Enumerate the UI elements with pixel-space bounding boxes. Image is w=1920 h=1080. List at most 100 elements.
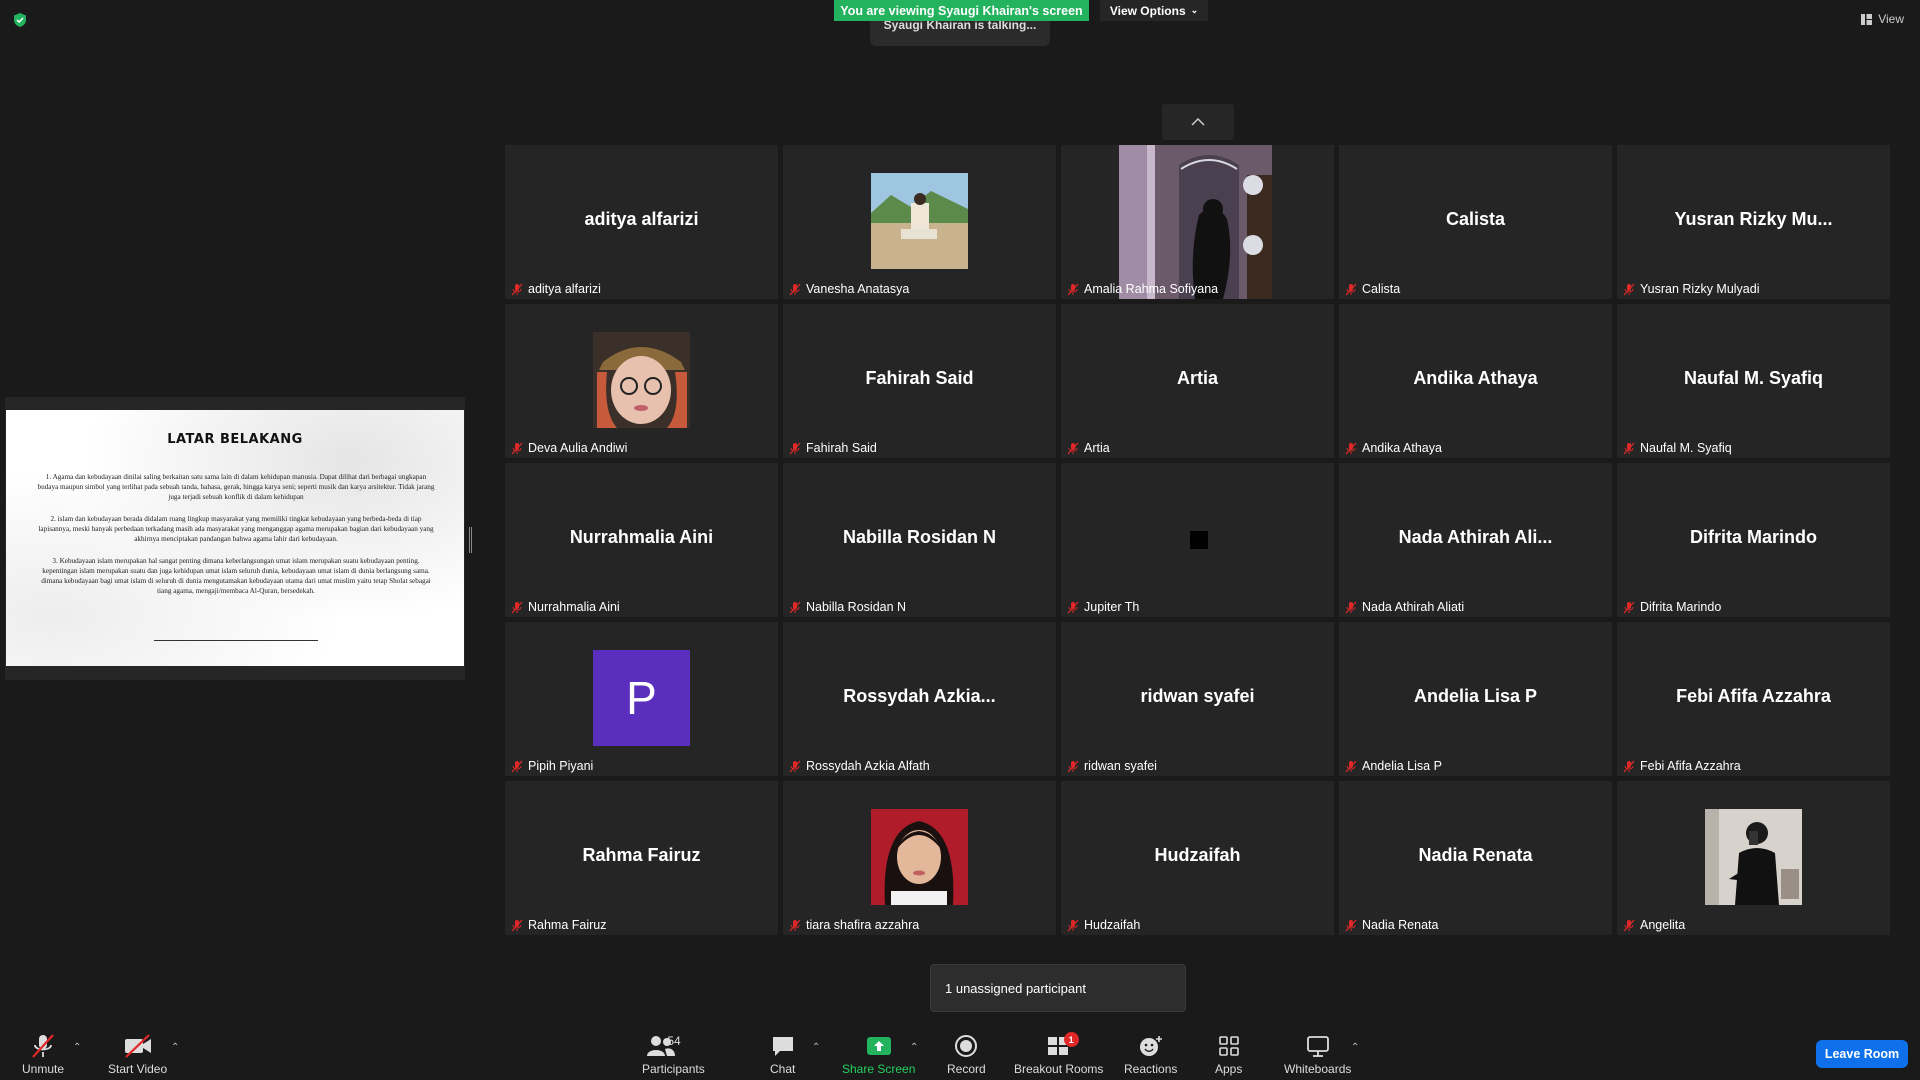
participant-tile[interactable]: Andika Athaya Andika Athaya <box>1339 304 1612 458</box>
participant-tile[interactable]: Amalia Rahma Sofiyana <box>1061 145 1334 299</box>
participant-tile[interactable]: Fahirah Said Fahirah Said <box>783 304 1056 458</box>
unmute-button[interactable]: Unmute <box>22 1032 64 1076</box>
unassigned-participant-toast[interactable]: 1 unassigned participant <box>930 964 1186 1012</box>
video-options-caret-icon[interactable]: ⌃ <box>171 1042 179 1053</box>
participant-name-label: Deva Aulia Andiwi <box>511 441 627 455</box>
whiteboard-icon <box>1306 1036 1329 1057</box>
participant-name-label: Angelita <box>1623 918 1685 932</box>
participant-display-name: Hudzaifah <box>1154 845 1241 865</box>
participant-tile[interactable]: Nabilla Rosidan N Nabilla Rosidan N <box>783 463 1056 617</box>
shared-screen-panel[interactable]: LATAR BELAKANG 1. Agama dan kebudayaan d… <box>5 397 465 680</box>
whiteboards-label: Whiteboards <box>1284 1062 1352 1076</box>
participant-tile[interactable]: Rossydah Azkia... Rossydah Azkia Alfath <box>783 622 1056 776</box>
reactions-label: Reactions <box>1124 1062 1178 1076</box>
participant-tile[interactable]: Nurrahmalia Aini Nurrahmalia Aini <box>505 463 778 617</box>
participant-tile[interactable]: aditya alfarizi aditya alfarizi <box>505 145 778 299</box>
participant-tile[interactable]: Nada Athirah Ali... Nada Athirah Aliati <box>1339 463 1612 617</box>
share-screen-icon <box>866 1037 891 1055</box>
participant-tile[interactable]: Andelia Lisa P Andelia Lisa P <box>1339 622 1612 776</box>
microphone-muted-icon <box>1623 442 1635 454</box>
view-options-button[interactable]: View Options ⌄ <box>1100 0 1208 21</box>
participant-video-feed <box>1119 145 1272 299</box>
participant-name: Vanesha Anatasya <box>806 282 910 296</box>
slide-paragraph-1: 1. Agama dan kebudayaan dinilai saling b… <box>37 473 435 501</box>
leave-room-button[interactable]: Leave Room <box>1816 1040 1908 1068</box>
participant-name-label: Nabilla Rosidan N <box>789 600 906 614</box>
participant-profile-photo <box>871 809 968 905</box>
participant-display-name: Rossydah Azkia... <box>843 686 996 706</box>
view-button[interactable]: View <box>1861 12 1904 26</box>
panel-resize-handle[interactable] <box>469 527 472 553</box>
security-shield-icon[interactable] <box>12 12 28 28</box>
participant-name-label: Naufal M. Syafiq <box>1623 441 1732 455</box>
collapse-gallery-button[interactable] <box>1162 104 1234 140</box>
whiteboards-options-caret-icon[interactable]: ⌃ <box>1351 1042 1359 1053</box>
participant-name-label: Difrita Marindo <box>1623 600 1721 614</box>
participant-name-label: tiara shafira azzahra <box>789 918 919 932</box>
share-screen-button[interactable]: Share Screen <box>842 1032 915 1076</box>
microphone-muted-icon <box>1345 760 1357 772</box>
apps-button[interactable]: Apps <box>1215 1032 1242 1076</box>
whiteboards-button[interactable]: Whiteboards <box>1284 1032 1351 1076</box>
participant-display-name: Calista <box>1445 209 1506 229</box>
participant-tile[interactable]: tiara shafira azzahra <box>783 781 1056 935</box>
share-options-caret-icon[interactable]: ⌃ <box>910 1042 918 1053</box>
participant-name-label: Rahma Fairuz <box>511 918 607 932</box>
microphone-muted-icon <box>1623 760 1635 772</box>
participant-display-name: Rahma Fairuz <box>582 845 701 865</box>
slide-paragraph-2: 2. islam dan kebudayaan berada didalam r… <box>38 515 434 543</box>
participant-tile[interactable]: Jupiter Th <box>1061 463 1334 617</box>
microphone-muted-icon <box>789 442 801 454</box>
participant-name: Andika Athaya <box>1362 441 1442 455</box>
participant-name-label: Nada Athirah Aliati <box>1345 600 1464 614</box>
participant-tile[interactable]: Deva Aulia Andiwi <box>505 304 778 458</box>
microphone-muted-icon <box>511 283 523 295</box>
microphone-muted-icon <box>1067 442 1079 454</box>
chat-options-caret-icon[interactable]: ⌃ <box>812 1042 820 1053</box>
participant-tile[interactable]: Yusran Rizky Mu... Yusran Rizky Mulyadi <box>1617 145 1890 299</box>
participant-tile[interactable]: Artia Artia <box>1061 304 1334 458</box>
participant-tile[interactable]: Nadia Renata Nadia Renata <box>1339 781 1612 935</box>
participants-button[interactable]: 54 Participants <box>642 1032 705 1076</box>
participant-tile[interactable]: Difrita Marindo Difrita Marindo <box>1617 463 1890 617</box>
participant-tile[interactable]: ridwan syafei ridwan syafei <box>1061 622 1334 776</box>
participant-name: Artia <box>1084 441 1110 455</box>
participant-tile[interactable]: Febi Afifa Azzahra Febi Afifa Azzahra <box>1617 622 1890 776</box>
microphone-muted-icon <box>511 919 523 931</box>
view-label: View <box>1878 12 1904 26</box>
participant-avatar-placeholder <box>1190 531 1208 549</box>
participant-tile[interactable]: P Pipih Piyani <box>505 622 778 776</box>
participant-tile[interactable]: Vanesha Anatasya <box>783 145 1056 299</box>
participant-display-name: aditya alfarizi <box>584 209 699 229</box>
shared-slide: LATAR BELAKANG 1. Agama dan kebudayaan d… <box>6 410 464 666</box>
participant-name: Nabilla Rosidan N <box>806 600 907 614</box>
participant-tile[interactable]: Naufal M. Syafiq Naufal M. Syafiq <box>1617 304 1890 458</box>
participant-display-name: Nabilla Rosidan N <box>842 527 997 547</box>
participant-name-label: Jupiter Th <box>1067 600 1139 614</box>
start-video-button[interactable]: Start Video <box>108 1032 167 1076</box>
record-label: Record <box>947 1062 986 1076</box>
participant-tile[interactable]: Calista Calista <box>1339 145 1612 299</box>
microphone-muted-icon <box>789 760 801 772</box>
participant-tile[interactable]: Rahma Fairuz Rahma Fairuz <box>505 781 778 935</box>
participant-tile[interactable]: Hudzaifah Hudzaifah <box>1061 781 1334 935</box>
participant-name-label: aditya alfarizi <box>511 282 601 296</box>
participant-name-label: Nadia Renata <box>1345 918 1438 932</box>
reactions-button[interactable]: Reactions <box>1124 1032 1177 1076</box>
slide-body: 1. Agama dan kebudayaan dinilai saling b… <box>36 472 436 608</box>
participant-display-name: Andika Athaya <box>1413 368 1538 388</box>
record-button[interactable]: Record <box>947 1032 986 1076</box>
apps-icon <box>1218 1036 1239 1056</box>
chat-button[interactable]: Chat <box>770 1032 795 1076</box>
participant-display-name: Naufal M. Syafiq <box>1683 368 1824 388</box>
breakout-rooms-button[interactable]: 1 Breakout Rooms <box>1014 1032 1103 1076</box>
chat-bubble-icon <box>772 1037 793 1056</box>
participant-name-label: Andelia Lisa P <box>1345 759 1442 773</box>
participant-tile[interactable]: Angelita <box>1617 781 1890 935</box>
participant-name: Calista <box>1362 282 1401 296</box>
microphone-muted-icon <box>1067 601 1079 613</box>
participant-name: Rahma Fairuz <box>528 918 607 932</box>
microphone-muted-icon <box>1067 283 1079 295</box>
participant-name-label: Calista <box>1345 282 1400 296</box>
audio-options-caret-icon[interactable]: ⌃ <box>73 1042 81 1053</box>
